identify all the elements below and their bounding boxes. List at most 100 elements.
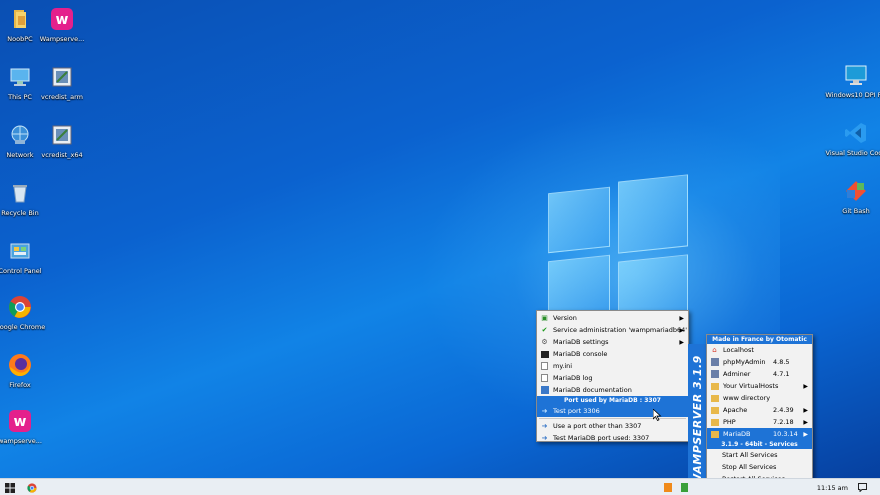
menu-item-label: MariaDB log (553, 374, 593, 382)
svg-text:w: w (14, 414, 27, 430)
firefox-icon (7, 352, 33, 378)
arrow-icon: ➜ (541, 434, 548, 442)
menu-item-virtualhosts[interactable]: Your VirtualHosts ▶ (707, 380, 812, 392)
desktop-icon-firefox[interactable]: Firefox (0, 352, 52, 389)
desktop-icon-wampserver[interactable]: w Wampserve... (30, 6, 94, 43)
menu-item-label: www directory (723, 394, 771, 402)
desktop-icon-label: Wampserve... (39, 35, 85, 43)
taskbar-clock[interactable]: 11:15 am (817, 479, 848, 495)
wampserver-icon: w (49, 6, 75, 32)
menu-item-label: Stop All Services (722, 463, 777, 471)
menu-item-label: MariaDB documentation (553, 386, 632, 394)
menu-separator (539, 418, 686, 419)
monitor-icon (843, 62, 869, 88)
windows-start-icon (5, 482, 15, 493)
installer-icon (49, 122, 75, 148)
notification-tray-icon (664, 483, 672, 492)
menu-item-mariadb-console[interactable]: MariaDB console (537, 348, 688, 360)
folder-icon (710, 394, 719, 403)
desktop-icon-label: wampserve... (0, 437, 42, 445)
menu-item-label: MariaDB (723, 430, 751, 438)
menu-item-label: Use a port other than 3307 (553, 422, 642, 430)
menu-item-label: MariaDB settings (553, 338, 609, 346)
menu-item-label: phpMyAdmin (723, 358, 766, 366)
wampserver-tray-icon (680, 483, 688, 492)
menu-item-version: 2.4.39 (773, 406, 794, 414)
menu-item-mariadb-documentation[interactable]: MariaDB documentation (537, 384, 688, 396)
action-center-button[interactable] (855, 479, 869, 495)
menu-item-label: Test port 3306 (553, 407, 600, 415)
submenu-arrow-icon: ▶ (803, 418, 808, 426)
chrome-icon (7, 294, 33, 320)
tray-notification-icon[interactable] (662, 479, 674, 495)
desktop-icon-git-bash[interactable]: Git Bash (824, 178, 880, 215)
folder-icon (710, 358, 719, 367)
desktop-icon-label: Git Bash (842, 207, 870, 215)
wamp-menu-header: Made in France by Otomatic (707, 335, 812, 344)
menu-item-stop-all-services[interactable]: Stop All Services (707, 461, 812, 473)
menu-item-phpmyadmin[interactable]: phpMyAdmin 4.8.5 (707, 356, 812, 368)
wampserver-side-band: WAMPSERVER 3.1.9 (688, 344, 707, 490)
wampserver-menu: Made in France by Otomatic ⌂ Localhost p… (706, 334, 813, 490)
menu-item-www-directory[interactable]: www directory (707, 392, 812, 404)
menu-item-apache[interactable]: Apache 2.4.39 ▶ (707, 404, 812, 416)
menu-item-label: Service administration 'wampmariadb64' (553, 326, 687, 334)
menu-item-label: Your VirtualHosts (723, 382, 779, 390)
menu-item-version[interactable]: ▣ Version ▶ (537, 312, 688, 324)
recycle-bin-icon (7, 180, 33, 206)
wampserver-icon: w (7, 408, 33, 434)
installer-icon (49, 64, 75, 90)
menu-item-mariadb[interactable]: MariaDB 10.3.14 ▶ (707, 428, 812, 440)
wampserver-band-text: WAMPSERVER 3.1.9 (691, 355, 704, 486)
desktop-icon-label: Control Panel (0, 267, 42, 275)
desktop-icon-label: Firefox (9, 381, 31, 389)
desktop-icon-recycle-bin[interactable]: Recycle Bin (0, 180, 52, 217)
action-center-icon (857, 483, 867, 492)
document-icon (540, 362, 549, 371)
submenu-arrow-icon: ▶ (679, 338, 684, 346)
submenu-arrow-icon: ▶ (803, 430, 808, 438)
submenu-arrow-icon: ▶ (679, 326, 684, 334)
desktop-icon-label: vcredist_x64 (41, 151, 83, 159)
desktop-icon-label: vcredist_arm (41, 93, 83, 101)
menu-item-label: Test MariaDB port used: 3307 (553, 434, 650, 442)
menu-item-php[interactable]: PHP 7.2.18 ▶ (707, 416, 812, 428)
desktop-icon-control-panel[interactable]: Control Panel (0, 238, 52, 275)
desktop-icon-google-chrome[interactable]: Google Chrome (0, 294, 52, 331)
home-icon: ⌂ (712, 346, 717, 354)
menu-item-mariadb-log[interactable]: MariaDB log (537, 372, 688, 384)
submenu-arrow-icon: ▶ (803, 406, 808, 414)
desktop-icon-vcredist-arm[interactable]: vcredist_arm (30, 64, 94, 101)
start-button[interactable] (2, 479, 18, 495)
menu-item-label: Adminer (723, 370, 751, 378)
desktop-icon-vcredist-x64[interactable]: vcredist_x64 (30, 122, 94, 159)
taskbar-chrome-button[interactable] (24, 479, 40, 495)
submenu-arrow-icon: ▶ (803, 382, 808, 390)
menu-item-mariadb-settings[interactable]: ⚙ MariaDB settings ▶ (537, 336, 688, 348)
menu-item-my-ini[interactable]: my.ini (537, 360, 688, 372)
menu-item-test-port-3306[interactable]: ➜ Test port 3306 (537, 405, 688, 417)
menu-item-service-administration[interactable]: ✔ Service administration 'wampmariadb64'… (537, 324, 688, 336)
desktop-icon-label: Visual Studio Code (825, 149, 880, 157)
desktop-icon-wampserver-2[interactable]: w wampserve... (0, 408, 52, 445)
menu-item-start-all-services[interactable]: Start All Services (707, 449, 812, 461)
menu-item-label: Apache (723, 406, 748, 414)
menu-item-use-other-port[interactable]: ➜ Use a port other than 3307 (537, 420, 688, 432)
menu-item-label: Start All Services (722, 451, 778, 459)
services-header: 3.1.9 - 64bit - Services (707, 440, 812, 449)
submenu-arrow-icon: ▶ (679, 314, 684, 322)
svg-text:w: w (56, 12, 69, 28)
chrome-icon (27, 482, 37, 493)
menu-item-localhost[interactable]: ⌂ Localhost (707, 344, 812, 356)
mouse-pointer-icon (653, 409, 662, 421)
desktop-icon-dpi-fix[interactable]: Windows10 DPI Fix (824, 62, 880, 99)
menu-item-test-mariadb-port[interactable]: ➜ Test MariaDB port used: 3307 (537, 432, 688, 444)
taskbar: 11:15 am (0, 478, 880, 495)
version-icon: ▣ (541, 314, 548, 322)
document-icon (540, 374, 549, 383)
desktop-icon-vscode[interactable]: Visual Studio Code (824, 120, 880, 157)
menu-item-adminer[interactable]: Adminer 4.7.1 (707, 368, 812, 380)
menu-item-version: 7.2.18 (773, 418, 794, 426)
menu-item-label: PHP (723, 418, 736, 426)
tray-wampserver-icon[interactable] (678, 479, 690, 495)
